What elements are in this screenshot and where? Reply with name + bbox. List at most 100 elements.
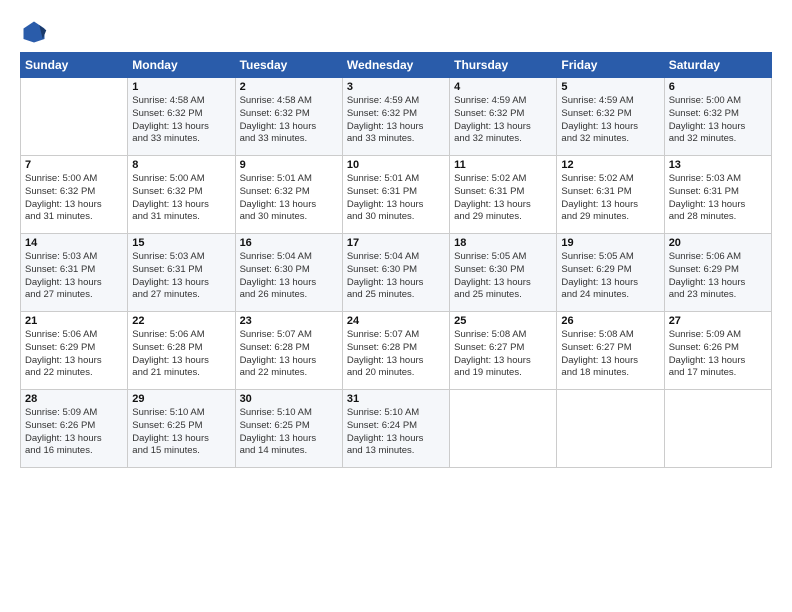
calendar-cell: 4 Sunrise: 4:59 AM Sunset: 6:32 PM Daylig… (450, 78, 557, 156)
day-number: 14 (25, 237, 123, 249)
calendar-cell: 1Sunrise: 4:58 AM Sunset: 6:32 PM Daylig… (128, 78, 235, 156)
calendar-cell: 6 Sunrise: 5:00 AM Sunset: 6:32 PM Daylig… (664, 78, 771, 156)
calendar-cell (21, 78, 128, 156)
day-number: 19 (561, 237, 659, 249)
day-number: 3 (347, 81, 445, 93)
day-info: Sunrise: 5:00 AM Sunset: 6:32 PM Dayligh… (669, 95, 767, 146)
calendar-cell: 17 Sunrise: 5:04 AM Sunset: 6:30 PM Dayli… (342, 234, 449, 312)
day-info: Sunrise: 5:04 AM Sunset: 6:30 PM Dayligh… (240, 251, 338, 302)
day-info: Sunrise: 5:08 AM Sunset: 6:27 PM Dayligh… (454, 329, 552, 380)
calendar-day-header: Thursday (450, 53, 557, 78)
day-info: Sunrise: 5:07 AM Sunset: 6:28 PM Dayligh… (240, 329, 338, 380)
calendar-cell: 21 Sunrise: 5:06 AM Sunset: 6:29 PM Dayli… (21, 312, 128, 390)
calendar-cell: 16 Sunrise: 5:04 AM Sunset: 6:30 PM Dayli… (235, 234, 342, 312)
day-number: 23 (240, 315, 338, 327)
day-number: 26 (561, 315, 659, 327)
calendar-cell (450, 390, 557, 468)
calendar-cell: 29 Sunrise: 5:10 AM Sunset: 6:25 PM Dayli… (128, 390, 235, 468)
day-info: Sunrise: 5:10 AM Sunset: 6:25 PM Dayligh… (240, 407, 338, 458)
day-number: 9 (240, 159, 338, 171)
calendar-cell: 31 Sunrise: 5:10 AM Sunset: 6:24 PM Dayli… (342, 390, 449, 468)
day-info: Sunrise: 4:58 AM Sunset: 6:32 PM Dayligh… (132, 95, 230, 146)
logo (20, 18, 52, 46)
page: SundayMondayTuesdayWednesdayThursdayFrid… (0, 0, 792, 612)
calendar-cell (664, 390, 771, 468)
calendar-cell: 10 Sunrise: 5:01 AM Sunset: 6:31 PM Dayli… (342, 156, 449, 234)
day-info: Sunrise: 5:00 AM Sunset: 6:32 PM Dayligh… (132, 173, 230, 224)
calendar-cell: 26 Sunrise: 5:08 AM Sunset: 6:27 PM Dayli… (557, 312, 664, 390)
day-number: 18 (454, 237, 552, 249)
day-number: 12 (561, 159, 659, 171)
calendar-cell: 5 Sunrise: 4:59 AM Sunset: 6:32 PM Daylig… (557, 78, 664, 156)
day-info: Sunrise: 5:03 AM Sunset: 6:31 PM Dayligh… (669, 173, 767, 224)
day-number: 29 (132, 393, 230, 405)
calendar-day-header: Wednesday (342, 53, 449, 78)
day-info: Sunrise: 5:06 AM Sunset: 6:29 PM Dayligh… (669, 251, 767, 302)
day-info: Sunrise: 5:09 AM Sunset: 6:26 PM Dayligh… (669, 329, 767, 380)
day-info: Sunrise: 5:04 AM Sunset: 6:30 PM Dayligh… (347, 251, 445, 302)
calendar-week-row: 7Sunrise: 5:00 AM Sunset: 6:32 PM Daylig… (21, 156, 772, 234)
day-number: 6 (669, 81, 767, 93)
day-info: Sunrise: 4:59 AM Sunset: 6:32 PM Dayligh… (561, 95, 659, 146)
calendar-week-row: 14 Sunrise: 5:03 AM Sunset: 6:31 PM Dayli… (21, 234, 772, 312)
day-info: Sunrise: 5:06 AM Sunset: 6:28 PM Dayligh… (132, 329, 230, 380)
calendar-cell: 28Sunrise: 5:09 AM Sunset: 6:26 PM Dayli… (21, 390, 128, 468)
calendar-day-header: Monday (128, 53, 235, 78)
day-number: 13 (669, 159, 767, 171)
calendar-cell: 8Sunrise: 5:00 AM Sunset: 6:32 PM Daylig… (128, 156, 235, 234)
day-info: Sunrise: 5:06 AM Sunset: 6:29 PM Dayligh… (25, 329, 123, 380)
calendar: SundayMondayTuesdayWednesdayThursdayFrid… (20, 52, 772, 468)
calendar-week-row: 1Sunrise: 4:58 AM Sunset: 6:32 PM Daylig… (21, 78, 772, 156)
calendar-cell: 19 Sunrise: 5:05 AM Sunset: 6:29 PM Dayli… (557, 234, 664, 312)
calendar-cell: 3 Sunrise: 4:59 AM Sunset: 6:32 PM Daylig… (342, 78, 449, 156)
calendar-header-row: SundayMondayTuesdayWednesdayThursdayFrid… (21, 53, 772, 78)
calendar-day-header: Sunday (21, 53, 128, 78)
day-info: Sunrise: 5:03 AM Sunset: 6:31 PM Dayligh… (25, 251, 123, 302)
day-info: Sunrise: 5:10 AM Sunset: 6:25 PM Dayligh… (132, 407, 230, 458)
day-info: Sunrise: 5:05 AM Sunset: 6:30 PM Dayligh… (454, 251, 552, 302)
day-number: 24 (347, 315, 445, 327)
day-info: Sunrise: 5:02 AM Sunset: 6:31 PM Dayligh… (561, 173, 659, 224)
calendar-week-row: 28Sunrise: 5:09 AM Sunset: 6:26 PM Dayli… (21, 390, 772, 468)
day-info: Sunrise: 5:05 AM Sunset: 6:29 PM Dayligh… (561, 251, 659, 302)
header (20, 18, 772, 46)
day-number: 31 (347, 393, 445, 405)
day-number: 16 (240, 237, 338, 249)
calendar-cell: 7Sunrise: 5:00 AM Sunset: 6:32 PM Daylig… (21, 156, 128, 234)
day-info: Sunrise: 5:00 AM Sunset: 6:32 PM Dayligh… (25, 173, 123, 224)
day-info: Sunrise: 5:08 AM Sunset: 6:27 PM Dayligh… (561, 329, 659, 380)
day-number: 10 (347, 159, 445, 171)
day-info: Sunrise: 4:59 AM Sunset: 6:32 PM Dayligh… (454, 95, 552, 146)
day-number: 4 (454, 81, 552, 93)
calendar-cell: 12 Sunrise: 5:02 AM Sunset: 6:31 PM Dayli… (557, 156, 664, 234)
day-number: 30 (240, 393, 338, 405)
day-info: Sunrise: 5:03 AM Sunset: 6:31 PM Dayligh… (132, 251, 230, 302)
day-info: Sunrise: 5:01 AM Sunset: 6:32 PM Dayligh… (240, 173, 338, 224)
calendar-cell: 22Sunrise: 5:06 AM Sunset: 6:28 PM Dayli… (128, 312, 235, 390)
calendar-day-header: Friday (557, 53, 664, 78)
calendar-cell: 24 Sunrise: 5:07 AM Sunset: 6:28 PM Dayli… (342, 312, 449, 390)
day-number: 5 (561, 81, 659, 93)
calendar-day-header: Saturday (664, 53, 771, 78)
day-number: 11 (454, 159, 552, 171)
day-number: 20 (669, 237, 767, 249)
day-number: 2 (240, 81, 338, 93)
day-info: Sunrise: 4:58 AM Sunset: 6:32 PM Dayligh… (240, 95, 338, 146)
calendar-cell: 18 Sunrise: 5:05 AM Sunset: 6:30 PM Dayli… (450, 234, 557, 312)
calendar-cell: 14 Sunrise: 5:03 AM Sunset: 6:31 PM Dayli… (21, 234, 128, 312)
day-info: Sunrise: 5:10 AM Sunset: 6:24 PM Dayligh… (347, 407, 445, 458)
day-number: 27 (669, 315, 767, 327)
calendar-cell: 13 Sunrise: 5:03 AM Sunset: 6:31 PM Dayli… (664, 156, 771, 234)
calendar-cell: 2 Sunrise: 4:58 AM Sunset: 6:32 PM Daylig… (235, 78, 342, 156)
calendar-cell (557, 390, 664, 468)
calendar-cell: 25Sunrise: 5:08 AM Sunset: 6:27 PM Dayli… (450, 312, 557, 390)
day-info: Sunrise: 5:07 AM Sunset: 6:28 PM Dayligh… (347, 329, 445, 380)
day-number: 17 (347, 237, 445, 249)
day-info: Sunrise: 5:02 AM Sunset: 6:31 PM Dayligh… (454, 173, 552, 224)
day-info: Sunrise: 4:59 AM Sunset: 6:32 PM Dayligh… (347, 95, 445, 146)
day-number: 15 (132, 237, 230, 249)
day-info: Sunrise: 5:01 AM Sunset: 6:31 PM Dayligh… (347, 173, 445, 224)
calendar-cell: 15 Sunrise: 5:03 AM Sunset: 6:31 PM Dayli… (128, 234, 235, 312)
day-number: 28 (25, 393, 123, 405)
day-number: 21 (25, 315, 123, 327)
